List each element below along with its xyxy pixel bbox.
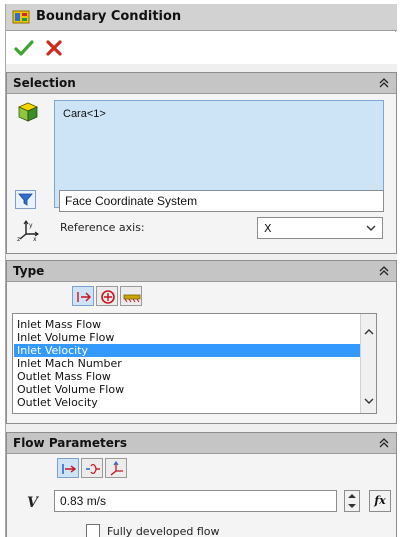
pressure-opening-icon	[101, 290, 115, 304]
section-gap	[6, 424, 397, 432]
wall-button[interactable]	[120, 286, 142, 306]
flow-parameters-section: Flow Parameters V 0.83 m/s fx Fully deve…	[6, 432, 397, 537]
swirl-button[interactable]	[81, 458, 103, 478]
velocity-symbol: V	[27, 495, 38, 511]
spin-down-icon[interactable]	[345, 501, 359, 511]
velocity-spinner[interactable]	[344, 490, 360, 512]
fx-button[interactable]: fx	[369, 490, 391, 512]
confirm-bar	[6, 32, 397, 64]
type-header[interactable]: Type	[7, 261, 396, 282]
flow-parameters-title: Flow Parameters	[13, 436, 127, 450]
spin-up-icon[interactable]	[345, 491, 359, 501]
coordinate-system-icon: y x z	[17, 220, 39, 242]
face-cube-icon	[18, 102, 38, 122]
collapse-chevron-icon[interactable]	[378, 265, 390, 277]
reference-axis-label: Reference axis:	[60, 221, 145, 234]
flow-openings-button[interactable]	[72, 286, 94, 306]
list-item[interactable]: Inlet Mach Number	[14, 357, 360, 370]
flow-opening-icon	[77, 292, 91, 302]
boundary-condition-icon	[12, 10, 30, 24]
svg-text:z: z	[17, 236, 20, 242]
section-gap	[6, 64, 397, 72]
normal-to-face-icon	[62, 464, 77, 474]
list-item[interactable]: Outlet Volume Flow	[14, 383, 360, 396]
list-scrollbar[interactable]	[360, 314, 376, 413]
wall-icon	[123, 294, 141, 303]
boundary-type-list[interactable]: Inlet Mass Flow Inlet Volume Flow Inlet …	[12, 313, 377, 414]
selection-section: Selection Cara<1> y x z Face Coordinate …	[6, 72, 397, 254]
list-item[interactable]: Inlet Volume Flow	[14, 331, 360, 344]
panel-title: Boundary Condition	[36, 9, 182, 24]
selection-title: Selection	[13, 76, 76, 90]
type-title: Type	[13, 264, 45, 278]
fully-developed-checkbox[interactable]	[86, 524, 100, 537]
ok-check-icon[interactable]	[14, 39, 34, 57]
type-section: Type Inlet Mass Flow Inlet Volume Flow I…	[6, 260, 397, 424]
collapse-chevron-icon[interactable]	[378, 77, 390, 89]
svg-text:y: y	[29, 222, 33, 229]
reference-axis-dropdown[interactable]: X	[257, 217, 383, 239]
normal-to-face-button[interactable]	[57, 458, 79, 478]
filter-button[interactable]	[15, 190, 36, 209]
swirl-icon	[86, 463, 100, 475]
filter-funnel-icon	[18, 193, 33, 206]
cancel-x-icon[interactable]	[44, 39, 64, 57]
selection-header[interactable]: Selection	[7, 73, 396, 94]
list-item[interactable]: Outlet Mass Flow	[14, 370, 360, 383]
collapse-chevron-icon[interactable]	[378, 437, 390, 449]
svg-text:x: x	[33, 236, 37, 242]
fully-developed-label: Fully developed flow	[107, 525, 220, 537]
velocity-input[interactable]: 0.83 m/s	[54, 490, 337, 512]
scroll-up-icon[interactable]	[364, 328, 374, 336]
boundary-condition-panel: Boundary Condition Selection Cara<1> y x…	[5, 4, 397, 537]
scroll-down-icon[interactable]	[364, 397, 374, 405]
list-item[interactable]: Inlet Mass Flow	[14, 318, 360, 331]
3d-vector-icon	[110, 461, 123, 476]
reference-axis-value: X	[264, 222, 272, 235]
selected-face-item[interactable]: Cara<1>	[63, 108, 106, 120]
list-item[interactable]: Outlet Velocity	[14, 396, 360, 409]
chevron-down-icon	[366, 225, 376, 231]
panel-title-bar: Boundary Condition	[6, 4, 397, 31]
3d-vector-button[interactable]	[105, 458, 127, 478]
flow-parameters-header[interactable]: Flow Parameters	[7, 433, 396, 454]
coordinate-system-field[interactable]: Face Coordinate System	[59, 190, 384, 212]
pressure-openings-button[interactable]	[96, 286, 118, 306]
list-item-selected[interactable]: Inlet Velocity	[14, 344, 360, 357]
